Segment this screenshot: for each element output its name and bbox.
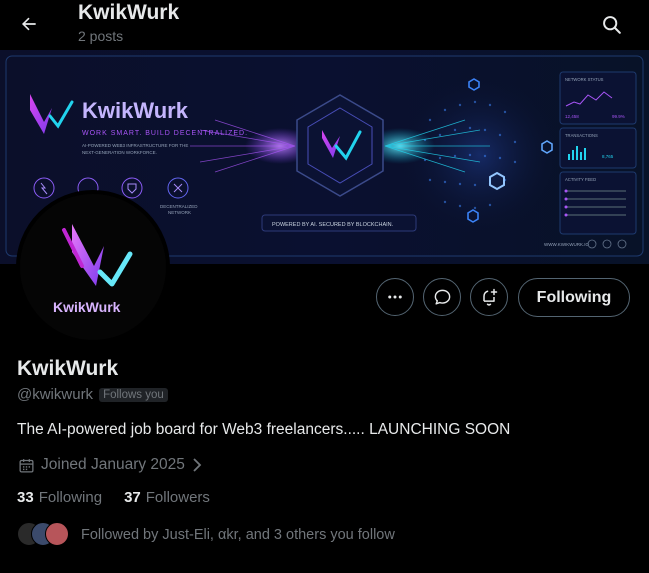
back-button[interactable] [14, 9, 44, 39]
following-stat-link[interactable]: 33 Following [17, 489, 102, 506]
bell-plus-icon [483, 288, 498, 306]
top-bar: KwikWurk 2 posts [0, 0, 649, 50]
notify-button[interactable] [470, 278, 508, 316]
stat-2: 99.9% [612, 114, 625, 119]
profile-name: KwikWurk [17, 357, 119, 380]
network-status-label: NETWORK STATUS [565, 77, 604, 82]
feature-label-2: NETWORK [168, 210, 191, 215]
joined-date[interactable]: Joined January 2025 [18, 456, 203, 474]
search-button[interactable] [596, 9, 626, 39]
joined-text: Joined January 2025 [41, 456, 185, 473]
powered-by-text: POWERED BY AI. SECURED BY BLOCKCHAIN. [272, 222, 394, 228]
search-icon [602, 15, 621, 34]
transactions-label: TRANSACTIONS [565, 133, 598, 138]
calendar-icon [19, 458, 34, 473]
more-horizontal-icon [388, 295, 402, 299]
mutual-avatars [17, 522, 71, 548]
followers-count: 37 [124, 489, 141, 506]
avatar-brand-text: KwikWurk [53, 299, 121, 315]
banner-tagline: WORK SMART. BUILD DECENTRALIZED. [82, 130, 248, 137]
followed-by-text: Followed by Just-Eli, αkr, and 3 others … [81, 527, 395, 543]
follows-you-badge: Follows you [99, 387, 168, 402]
following-button[interactable]: Following [518, 278, 630, 317]
profile-handle: @kwikwurk [17, 386, 94, 403]
followers-stat-link[interactable]: 37 Followers [124, 489, 210, 506]
profile-title: KwikWurk [78, 1, 180, 24]
banner-brand: KwikWurk [82, 98, 189, 123]
arrow-left-icon [21, 17, 36, 31]
post-count: 2 posts [78, 28, 124, 44]
profile-avatar[interactable]: KwikWurk [16, 190, 170, 344]
website-label: WWW.KWIKWURK.IO [544, 242, 589, 247]
feature-label: DECENTRALIZED [160, 204, 198, 209]
chevron-right-icon [193, 458, 202, 472]
stat-3: 8,765 [602, 154, 614, 159]
banner-desc-2: NEXT-GENERATION WORKFORCE. [82, 150, 157, 155]
mutual-avatar [45, 522, 69, 546]
banner-desc-1: AI-POWERED WEB3 INFRASTRUCTURE FOR THE [82, 143, 188, 148]
message-button[interactable] [423, 278, 461, 316]
followers-label: Followers [145, 489, 210, 506]
following-label: Following [38, 489, 103, 506]
followed-by-row[interactable]: Followed by Just-Eli, αkr, and 3 others … [17, 522, 395, 548]
profile-bio: The AI-powered job board for Web3 freela… [17, 421, 511, 438]
more-button[interactable] [376, 278, 414, 316]
chat-bubble-icon [434, 289, 450, 305]
following-count: 33 [17, 489, 34, 506]
follow-stats: 33 Following 37 Followers [17, 489, 210, 506]
status-panels [559, 71, 637, 235]
handle-row: @kwikwurk Follows you [17, 386, 168, 403]
stat-1: 12,458 [565, 114, 579, 119]
activity-feed-label: ACTIVITY FEED [565, 177, 596, 182]
